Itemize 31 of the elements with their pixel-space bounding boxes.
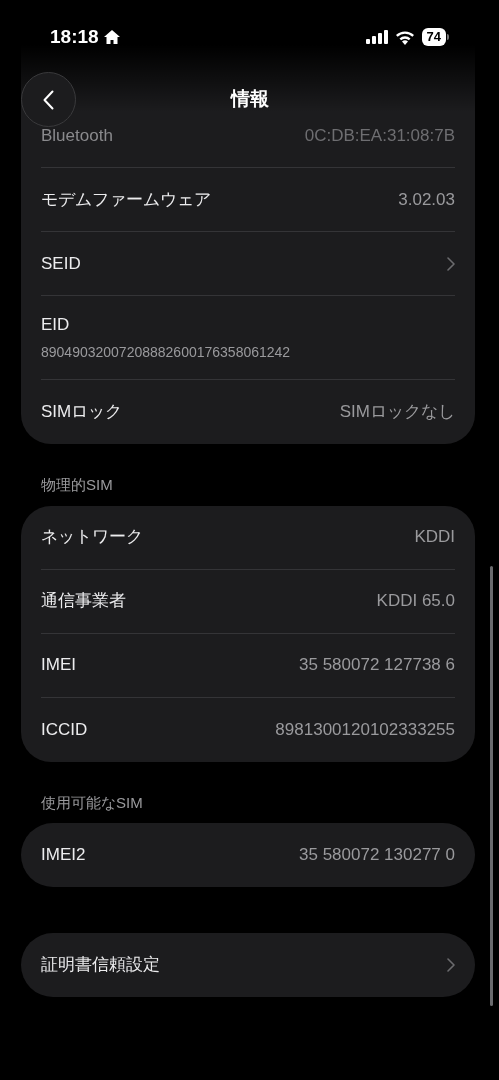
row-value: 89049032007208882600176358061242: [41, 342, 292, 362]
row-value: KDDI: [414, 526, 455, 549]
chevron-left-icon: [43, 89, 54, 110]
battery-indicator: 74: [421, 28, 449, 46]
row-label: 証明書信頼設定: [41, 954, 160, 977]
page-title: 情報: [230, 87, 269, 112]
row-value: 8981300120102333255: [275, 718, 455, 741]
row-value: SIMロックなし: [339, 401, 455, 424]
row-label: Bluetooth: [41, 124, 113, 147]
row-label: ネットワーク: [41, 526, 143, 549]
row-value: KDDI 65.0: [376, 590, 455, 613]
row-label: IMEI2: [41, 844, 86, 867]
chevron-right-icon: [447, 958, 455, 972]
row-label: 通信事業者: [41, 590, 126, 613]
row-label: SIMロック: [41, 401, 123, 424]
signal-icon: [365, 30, 388, 44]
row-label: ICCID: [41, 718, 88, 741]
row-label: SEID: [41, 252, 81, 275]
chevron-right-icon: [447, 256, 455, 271]
row-label: EID: [41, 314, 71, 337]
section-header: 使用可能なSIM: [40, 792, 144, 813]
wifi-icon: [394, 29, 415, 45]
row-label: モデムファームウェア: [41, 188, 211, 211]
row-value: 0C:DB:EA:31:08:7B: [304, 124, 455, 147]
row-value: 35 580072 127738 6: [299, 654, 455, 677]
row-value: 35 580072 130277 0: [299, 844, 455, 867]
section-header: 物理的SIM: [40, 475, 114, 495]
clock: 18:18: [50, 24, 99, 49]
row-value: 3.02.03: [398, 188, 455, 211]
home-icon: [102, 29, 121, 45]
row-label: IMEI: [41, 654, 76, 677]
